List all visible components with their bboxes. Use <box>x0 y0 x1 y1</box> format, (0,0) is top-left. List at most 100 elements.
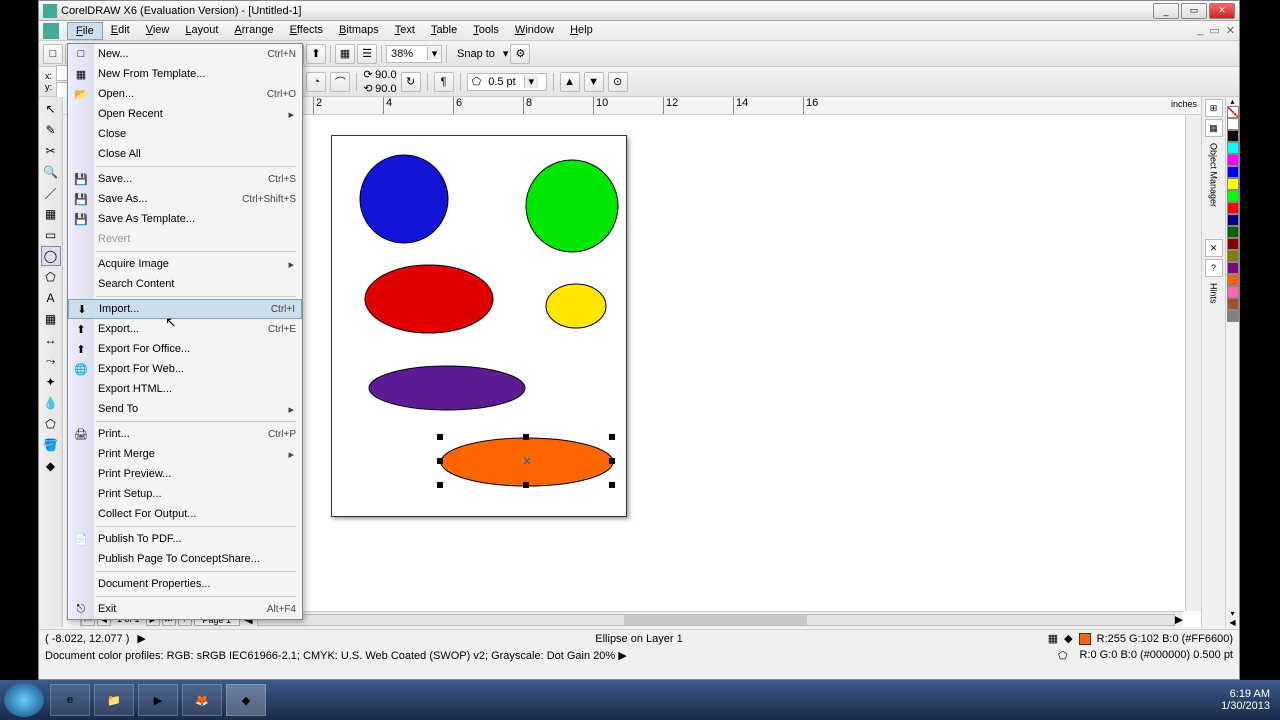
eyedropper-tool[interactable]: 💧 <box>41 393 61 413</box>
connect-icon[interactable]: ▦ <box>1048 632 1058 645</box>
new-icon[interactable]: □ <box>43 44 63 64</box>
fill-tool[interactable]: 🪣 <box>41 435 61 455</box>
menu-item-new[interactable]: □New...Ctrl+N <box>68 44 302 64</box>
effects-tool[interactable]: ✦ <box>41 372 61 392</box>
end-angle-field[interactable]: 90.0 <box>375 83 396 95</box>
document-page[interactable]: ✕ <box>331 135 627 517</box>
menu-item-new-from-template[interactable]: ▦New From Template... <box>68 64 302 84</box>
pick-tool[interactable]: ↖ <box>41 99 61 119</box>
menu-table[interactable]: Table <box>423 22 465 40</box>
wrap-text-icon[interactable]: ¶ <box>434 72 454 92</box>
menu-tools[interactable]: Tools <box>465 22 507 40</box>
selection-handle[interactable] <box>609 458 615 464</box>
menu-item-print-preview[interactable]: Print Preview... <box>68 464 302 484</box>
selection-handle[interactable] <box>437 434 443 440</box>
fill-swatch[interactable] <box>1079 633 1091 645</box>
menu-arrange[interactable]: Arrange <box>226 22 281 40</box>
chevron-down-icon[interactable]: ▾ <box>427 47 441 60</box>
menu-item-print[interactable]: 🖨Print...Ctrl+P <box>68 424 302 444</box>
color-swatch[interactable] <box>1227 142 1239 154</box>
menu-item-print-setup[interactable]: Print Setup... <box>68 484 302 504</box>
menu-item-close-all[interactable]: Close All <box>68 144 302 164</box>
menu-item-import[interactable]: ⬇Import...Ctrl+I <box>68 299 302 319</box>
color-swatch[interactable] <box>1227 166 1239 178</box>
menu-item-open[interactable]: 📂Open...Ctrl+O <box>68 84 302 104</box>
palette-flyout-icon[interactable]: ◀ <box>1226 618 1239 627</box>
hints-tab[interactable]: Hints <box>1209 283 1219 304</box>
color-swatch[interactable] <box>1227 214 1239 226</box>
table-tool[interactable]: ▦ <box>41 309 61 329</box>
start-angle-field[interactable]: 90.0 <box>375 69 396 81</box>
connector-tool[interactable]: ⤳ <box>41 351 61 371</box>
dimension-tool[interactable]: ↔ <box>41 330 61 350</box>
color-swatch[interactable] <box>1227 250 1239 262</box>
color-swatch[interactable] <box>1227 178 1239 190</box>
maximize-button[interactable]: ▭ <box>1181 3 1207 19</box>
selection-handle[interactable] <box>523 482 529 488</box>
menu-bitmaps[interactable]: Bitmaps <box>331 22 387 40</box>
convert-icon[interactable]: ⊙ <box>608 72 628 92</box>
color-swatch[interactable] <box>1227 130 1239 142</box>
y-position-field[interactable]: y: <box>45 82 52 92</box>
coreldraw-taskbar-icon[interactable]: ◆ <box>226 684 266 716</box>
to-back-icon[interactable]: ▼ <box>584 72 604 92</box>
color-swatch[interactable] <box>1227 286 1239 298</box>
color-swatch[interactable] <box>1227 238 1239 250</box>
explorer-icon[interactable]: 📁 <box>94 684 134 716</box>
menu-item-save-as-template[interactable]: 💾Save As Template... <box>68 209 302 229</box>
scroll-track[interactable] <box>257 614 1175 626</box>
menu-layout[interactable]: Layout <box>177 22 226 40</box>
object-manager-tab[interactable]: Object Manager <box>1209 143 1219 207</box>
arc-mode-icon[interactable]: ⌒ <box>330 72 350 92</box>
color-swatch[interactable] <box>1227 310 1239 322</box>
menu-item-open-recent[interactable]: Open Recent▸ <box>68 104 302 124</box>
menu-item-collect-for-output[interactable]: Collect For Output... <box>68 504 302 524</box>
menu-item-save[interactable]: 💾Save...Ctrl+S <box>68 169 302 189</box>
close-button[interactable]: ✕ <box>1209 3 1235 19</box>
color-swatch[interactable] <box>1227 274 1239 286</box>
menu-item-save-as[interactable]: 💾Save As...Ctrl+Shift+S <box>68 189 302 209</box>
crop-tool[interactable]: ✂ <box>41 141 61 161</box>
to-front-icon[interactable]: ▲ <box>560 72 580 92</box>
outline-width-combo[interactable]: ⬠ 0.5 pt ▾ <box>467 73 547 91</box>
menu-item-publish-to-pdf[interactable]: 📄Publish To PDF... <box>68 529 302 549</box>
menu-window[interactable]: Window <box>507 22 562 40</box>
menu-item-publish-page-to-conceptshare[interactable]: Publish Page To ConceptShare... <box>68 549 302 569</box>
minimize-button[interactable]: _ <box>1153 3 1179 19</box>
menu-item-exit[interactable]: ⎋ExitAlt+F4 <box>68 599 302 619</box>
menu-item-export-for-web[interactable]: 🌐Export For Web... <box>68 359 302 379</box>
zoom-tool[interactable]: 🔍 <box>41 162 61 182</box>
color-swatch[interactable] <box>1227 298 1239 310</box>
menu-item-acquire-image[interactable]: Acquire Image▸ <box>68 254 302 274</box>
menu-item-close[interactable]: Close <box>68 124 302 144</box>
chevron-down-icon[interactable]: ▾ <box>503 47 509 60</box>
start-button[interactable] <box>4 683 44 717</box>
color-swatch[interactable] <box>1227 118 1239 130</box>
x-position-field[interactable]: x: <box>45 71 52 81</box>
menu-item-search-content[interactable]: Search Content <box>68 274 302 294</box>
menu-effects[interactable]: Effects <box>282 22 331 40</box>
menu-view[interactable]: View <box>138 22 178 40</box>
color-swatch[interactable] <box>1227 202 1239 214</box>
menu-item-send-to[interactable]: Send To▸ <box>68 399 302 419</box>
menu-text[interactable]: Text <box>387 22 423 40</box>
no-color-swatch[interactable] <box>1227 106 1239 118</box>
export-icon[interactable]: ⬆ <box>306 44 326 64</box>
scroll-right-button[interactable]: ▶ <box>1175 613 1183 626</box>
selection-handle[interactable] <box>609 434 615 440</box>
mdi-minimize-button[interactable]: _ <box>1197 24 1203 37</box>
palette-up-icon[interactable]: ▴ <box>1226 97 1239 106</box>
media-player-icon[interactable]: ▶ <box>138 684 178 716</box>
rectangle-tool[interactable]: ▭ <box>41 225 61 245</box>
firefox-icon[interactable]: 🦊 <box>182 684 222 716</box>
snap-to-label[interactable]: Snap to <box>451 48 501 60</box>
chevron-down-icon[interactable]: ▾ <box>524 75 538 88</box>
freehand-tool[interactable]: ／ <box>41 183 61 203</box>
zoom-combo[interactable]: 38% ▾ <box>386 45 442 63</box>
color-swatch[interactable] <box>1227 190 1239 202</box>
menu-item-document-properties[interactable]: Document Properties... <box>68 574 302 594</box>
pie-mode-icon[interactable]: ◔ <box>306 72 326 92</box>
menu-edit[interactable]: Edit <box>103 22 138 40</box>
mdi-close-button[interactable]: ✕ <box>1226 24 1235 37</box>
shape-tool[interactable]: ✎ <box>41 120 61 140</box>
